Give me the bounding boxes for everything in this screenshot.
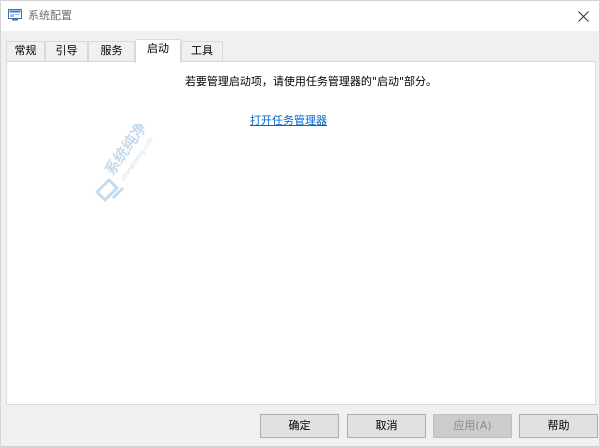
tab-boot[interactable]: 引导 [45, 41, 88, 61]
tab-strip: 常规 引导 服务 启动 工具 [6, 39, 596, 63]
apply-button[interactable]: 应用(A) [433, 414, 512, 438]
startup-panel: 若要管理启动项，请使用任务管理器的"启动"部分。 打开任务管理器 系统纯净 xi… [6, 61, 596, 405]
help-button[interactable]: 帮助 [519, 414, 598, 438]
tab-startup[interactable]: 启动 [135, 39, 181, 63]
ok-button[interactable]: 确定 [260, 414, 339, 438]
title-bar[interactable]: 系统配置 [1, 1, 599, 31]
close-button[interactable] [567, 1, 599, 31]
tab-tools[interactable]: 工具 [181, 41, 223, 61]
watermark-logo: 系统纯净 xitongcheng.com [94, 119, 155, 203]
close-icon [577, 10, 589, 22]
cancel-button[interactable]: 取消 [347, 414, 426, 438]
tab-services[interactable]: 服务 [88, 41, 135, 61]
msconfig-icon [8, 9, 22, 21]
system-config-window: 系统配置 常规 引导 服务 启动 工具 若要管理启动项，请使用任务管理器的"启动… [0, 0, 600, 447]
tab-general[interactable]: 常规 [6, 41, 45, 61]
startup-instruction: 若要管理启动项，请使用任务管理器的"启动"部分。 [184, 75, 438, 88]
window-title: 系统配置 [28, 9, 72, 22]
open-task-manager-link[interactable]: 打开任务管理器 [250, 112, 327, 128]
